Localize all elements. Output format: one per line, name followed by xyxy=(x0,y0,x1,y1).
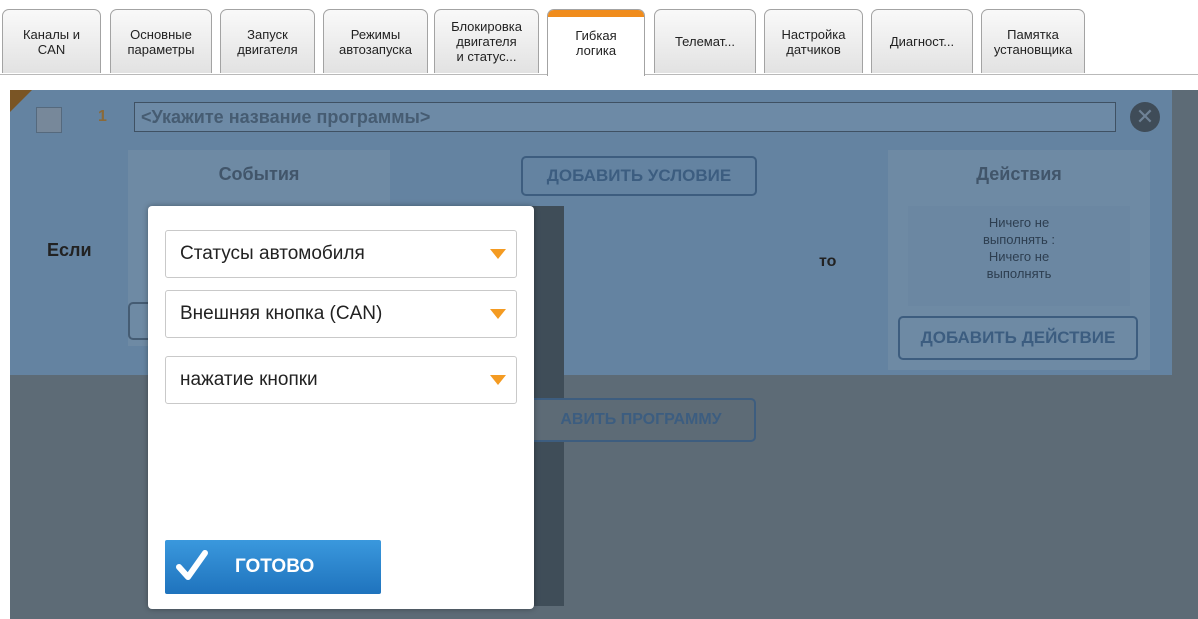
then-label: то xyxy=(819,253,837,270)
actions-panel: Действия Ничего не выполнять : Ничего не… xyxy=(888,150,1150,370)
program-checkbox[interactable] xyxy=(36,107,62,133)
add-condition-button[interactable]: ДОБАВИТЬ УСЛОВИЕ xyxy=(521,156,757,196)
add-action-button[interactable]: ДОБАВИТЬ ДЕЙСТВИЕ xyxy=(898,316,1138,360)
close-icon[interactable]: ✕ xyxy=(1130,102,1160,132)
program-corner-marker xyxy=(10,90,32,112)
program-number: 1 xyxy=(98,108,107,125)
category-select[interactable]: Статусы автомобиля xyxy=(165,230,517,278)
source-select[interactable]: Внешняя кнопка (CAN) xyxy=(165,290,517,338)
add-program-button[interactable]: АВИТЬ ПРОГРАММУ xyxy=(526,398,756,442)
chevron-down-icon xyxy=(490,309,506,319)
tab-engine-start[interactable]: Запуск двигателя xyxy=(220,9,315,73)
event-select-dialog: Статусы автомобиля Внешняя кнопка (CAN) … xyxy=(148,206,534,609)
category-select-value: Статусы автомобиля xyxy=(180,243,365,264)
tab-telematics[interactable]: Телемат... xyxy=(654,9,756,73)
events-title: События xyxy=(218,164,300,184)
checkmark-icon xyxy=(176,550,208,580)
chevron-down-icon xyxy=(490,375,506,385)
tab-sensor-setup[interactable]: Настройка датчиков xyxy=(764,9,863,73)
add-event-button[interactable] xyxy=(128,302,148,340)
actions-list: Ничего не выполнять : Ничего не выполнят… xyxy=(908,206,1130,306)
actions-title: Действия xyxy=(976,164,1062,184)
done-button[interactable]: ГОТОВО xyxy=(165,540,381,594)
source-select-value: Внешняя кнопка (CAN) xyxy=(180,303,383,324)
if-label: Если xyxy=(47,240,92,260)
tab-basic-params[interactable]: Основные параметры xyxy=(110,9,212,73)
tab-channels-can[interactable]: Каналы и CAN xyxy=(2,9,101,73)
done-button-label: ГОТОВО xyxy=(235,556,315,577)
chevron-down-icon xyxy=(490,249,506,259)
tab-autostart-modes[interactable]: Режимы автозапуска xyxy=(323,9,428,73)
tab-diagnostics[interactable]: Диагност... xyxy=(871,9,973,73)
tab-engine-lock[interactable]: Блокировка двигателя и статус... xyxy=(434,9,539,73)
program-name-input[interactable]: <Укажите название программы> xyxy=(134,102,1116,132)
event-select[interactable]: нажатие кнопки xyxy=(165,356,517,404)
tab-installer-memo[interactable]: Памятка установщика xyxy=(981,9,1085,73)
event-select-value: нажатие кнопки xyxy=(180,369,318,390)
tab-bar: Каналы и CAN Основные параметры Запуск д… xyxy=(0,0,1198,76)
tab-flexible-logic[interactable]: Гибкая логика xyxy=(547,9,645,76)
